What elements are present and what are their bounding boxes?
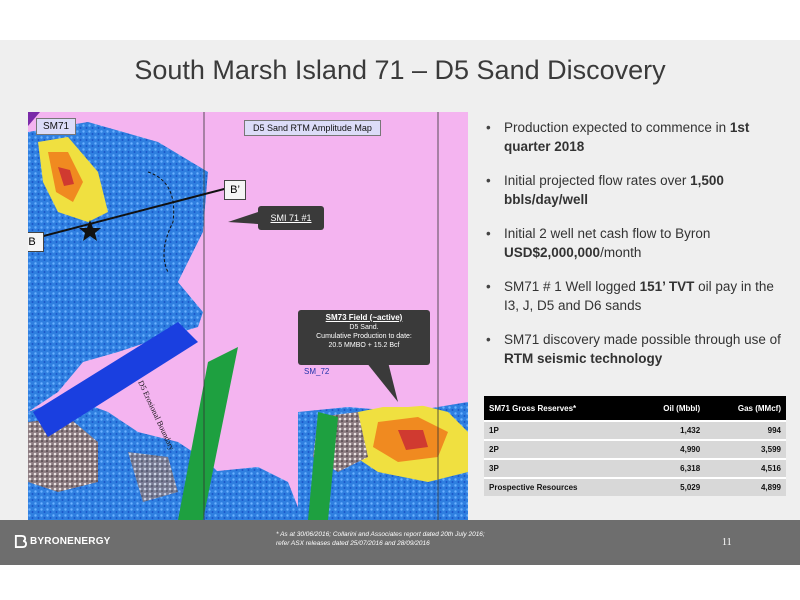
- sm73-line1: D5 Sand.: [349, 324, 379, 331]
- row-label: 3P: [484, 458, 634, 478]
- logo-text: BYRONENERGY: [30, 536, 111, 548]
- well-callout: SMI 71 #1: [258, 206, 324, 230]
- sm73-callout: SM73 Field (~active) D5 Sand. Cumulative…: [298, 310, 430, 365]
- footnote-line2: refer ASX releases dated 25/07/2016 and …: [276, 540, 430, 547]
- gas-value: 994: [705, 420, 786, 440]
- gas-value: 4,516: [705, 458, 786, 478]
- bullet-item: Initial projected flow rates over 1,500 …: [484, 171, 790, 209]
- footnote: * As at 30/06/2016; Collarini and Associ…: [276, 530, 596, 548]
- logo-icon: [14, 535, 27, 548]
- table-row: 3P 6,318 4,516: [484, 458, 786, 478]
- gas-value: 4,899: [705, 477, 786, 496]
- header-gas: Gas (MMcf): [705, 396, 786, 421]
- b-marker: B: [28, 232, 44, 252]
- header-reserves: SM71 Gross Reserves*: [484, 396, 634, 421]
- block-label: SM71: [36, 118, 77, 135]
- amplitude-map: D5 Erosional Boundary SM71 D5 Sand RTM A…: [28, 112, 468, 520]
- oil-value: 5,029: [633, 477, 706, 496]
- table-row: 2P 4,990 3,599: [484, 439, 786, 459]
- table-row: Prospective Resources 5,029 4,899: [484, 477, 786, 496]
- reserves-table: SM71 Gross Reserves* Oil (Mbbl) Gas (MMc…: [484, 396, 786, 496]
- bullet-item: Production expected to commence in 1st q…: [484, 118, 790, 156]
- oil-value: 4,990: [633, 439, 706, 459]
- oil-value: 6,318: [633, 458, 706, 478]
- sm72-label: SM_72: [304, 367, 330, 376]
- sm73-line2: Cumulative Production to date:: [316, 333, 412, 340]
- bullet-list: Production expected to commence in 1st q…: [484, 118, 790, 383]
- company-logo: BYRONENERGY: [14, 535, 111, 548]
- table-row: 1P 1,432 994: [484, 420, 786, 440]
- map-title: D5 Sand RTM Amplitude Map: [244, 120, 381, 136]
- b-prime-marker: B’: [224, 180, 246, 200]
- page-number: 11: [722, 537, 732, 548]
- sm73-line3: 20.5 MMBO + 15.2 Bcf: [328, 342, 400, 349]
- bullet-item: Initial 2 well net cash flow to Byron US…: [484, 224, 790, 262]
- row-label: 2P: [484, 439, 634, 459]
- bullet-item: SM71 discovery made possible through use…: [484, 330, 790, 368]
- slide-title: South Marsh Island 71 – D5 Sand Discover…: [134, 55, 666, 85]
- bullet-item: SM71 # 1 Well logged 151’ TVT oil pay in…: [484, 277, 790, 315]
- oil-value: 1,432: [633, 420, 706, 440]
- footnote-line1: * As at 30/06/2016; Collarini and Associ…: [276, 531, 485, 538]
- table-header-row: SM71 Gross Reserves* Oil (Mbbl) Gas (MMc…: [484, 396, 786, 421]
- gas-value: 3,599: [705, 439, 786, 459]
- sm73-title: SM73 Field (~active): [325, 313, 403, 322]
- row-label: Prospective Resources: [484, 477, 634, 496]
- header-oil: Oil (Mbbl): [633, 396, 706, 421]
- row-label: 1P: [484, 420, 634, 440]
